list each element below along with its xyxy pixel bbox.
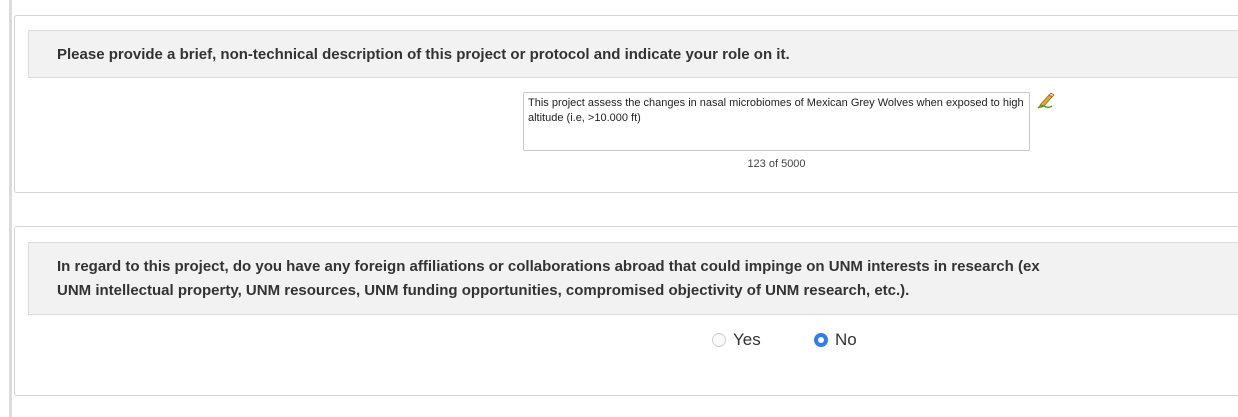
- description-question-header: Please provide a brief, non-technical de…: [28, 30, 1238, 78]
- foreign-affiliation-radio-group: Yes No: [15, 330, 1238, 354]
- pencil-icon[interactable]: [1036, 91, 1056, 109]
- radio-yes-label[interactable]: Yes: [733, 330, 761, 350]
- description-question-text: Please provide a brief, non-technical de…: [57, 46, 790, 63]
- foreign-affiliation-question-line-2: UNM intellectual property, UNM resources…: [57, 282, 910, 299]
- description-textarea[interactable]: This project assess the changes in nasal…: [523, 92, 1030, 151]
- foreign-affiliation-question-header: In regard to this project, do you have a…: [28, 242, 1238, 315]
- character-counter: 123 of 5000: [747, 158, 806, 170]
- description-question-panel: Please provide a brief, non-technical de…: [14, 15, 1238, 193]
- radio-no-label[interactable]: No: [835, 330, 857, 350]
- foreign-affiliation-question-panel: In regard to this project, do you have a…: [14, 226, 1238, 396]
- radio-option-no[interactable]: No: [814, 330, 857, 350]
- radio-option-yes[interactable]: Yes: [712, 330, 761, 350]
- left-page-rule: [9, 0, 12, 417]
- radio-no-selected[interactable]: [814, 333, 828, 347]
- radio-yes-unselected[interactable]: [712, 333, 726, 347]
- foreign-affiliation-question-line-1: In regard to this project, do you have a…: [57, 258, 1040, 275]
